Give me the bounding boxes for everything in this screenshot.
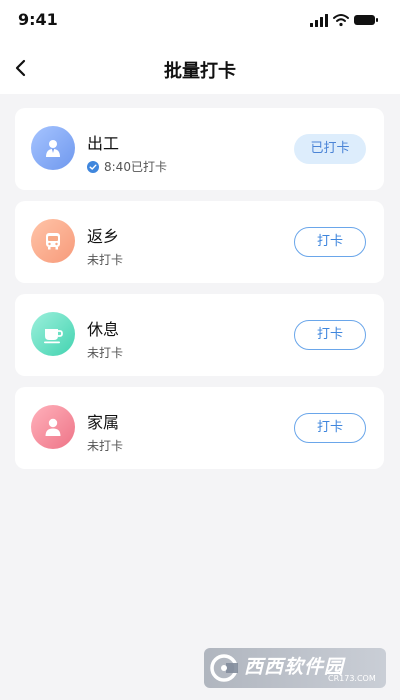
bus-icon — [46, 233, 60, 250]
checkin-card-return-home: 返乡 未打卡 打卡 — [15, 201, 384, 283]
card-status: 未打卡 — [87, 437, 123, 454]
checked-in-button[interactable]: 已打卡 — [294, 134, 366, 164]
checkin-button[interactable]: 打卡 — [294, 320, 366, 350]
card-title: 返乡 — [87, 227, 120, 246]
checkin-button[interactable]: 打卡 — [294, 413, 366, 443]
wifi-icon — [333, 14, 349, 27]
card-status: 8:40已打卡 — [87, 158, 167, 175]
watermark-domain: CR173.COM — [328, 674, 376, 683]
card-title: 休息 — [87, 320, 120, 339]
avatar — [31, 312, 75, 356]
coffee-cup-icon — [44, 329, 63, 344]
card-title: 家属 — [87, 413, 120, 432]
checkin-button[interactable]: 打卡 — [294, 227, 366, 257]
status-time: 9:41 — [18, 10, 58, 29]
check-circle-icon — [87, 160, 99, 173]
checkin-card-rest: 休息 未打卡 打卡 — [15, 294, 384, 376]
card-title: 出工 — [87, 134, 120, 153]
avatar — [31, 405, 75, 449]
checkin-list: 出工 8:40已打卡 已打卡 返乡 未打卡 打卡 休息 未打卡 打卡 家属 未打… — [15, 108, 385, 480]
person-icon — [45, 418, 61, 436]
card-status: 未打卡 — [87, 251, 123, 268]
page-title: 批量打卡 — [164, 61, 236, 82]
status-bar: 9:41 — [0, 0, 400, 40]
battery-icon — [354, 15, 378, 25]
status-icons — [310, 14, 378, 27]
card-status-text: 未打卡 — [87, 253, 124, 267]
card-status-text: 未打卡 — [87, 439, 124, 453]
watermark: 西西软件园 CR173.COM — [204, 648, 386, 688]
checkin-card-family: 家属 未打卡 打卡 — [15, 387, 384, 469]
avatar — [31, 126, 75, 170]
worker-icon — [46, 140, 60, 157]
card-status-text: 8:40已打卡 — [104, 160, 167, 174]
site-logo-icon — [210, 654, 238, 682]
card-status-text: 未打卡 — [87, 346, 124, 360]
checkin-card-work: 出工 8:40已打卡 已打卡 — [15, 108, 384, 190]
cellular-signal-icon — [310, 14, 328, 27]
avatar — [31, 219, 75, 263]
nav-bar: 批量打卡 — [0, 40, 400, 94]
card-status: 未打卡 — [87, 344, 123, 361]
